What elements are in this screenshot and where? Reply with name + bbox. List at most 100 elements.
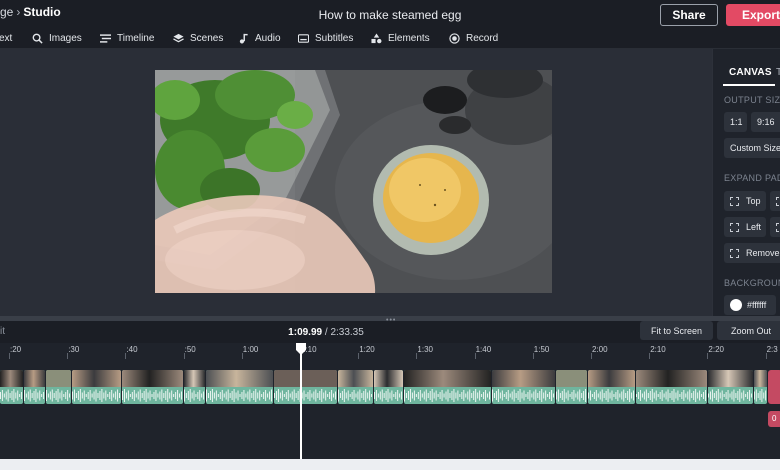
ruler-tick-label: 1:40 xyxy=(475,345,492,354)
audio-waveform xyxy=(492,389,555,402)
size-9-16-label: 9:16 xyxy=(757,117,775,127)
ruler-tick-label: :30 xyxy=(68,345,80,354)
clip-thumbnail xyxy=(46,370,71,387)
pad-remove-label: Remove xyxy=(746,248,780,258)
timeline-clip[interactable] xyxy=(492,370,555,404)
timeline-clip[interactable] xyxy=(24,370,45,404)
pad-top-label: Top xyxy=(746,196,761,206)
ruler-tick-label: :40 xyxy=(126,345,138,354)
ruler-tick-label: :20 xyxy=(10,345,22,354)
timeline-controls: it 1:09.99 / 2:33.35 Fit to Screen Zoom … xyxy=(0,321,780,343)
record-icon xyxy=(449,32,460,44)
music-note-icon xyxy=(239,33,248,44)
audio-waveform xyxy=(24,389,45,402)
track-end-badge[interactable]: 0 xyxy=(768,411,780,427)
timeline-clip[interactable] xyxy=(184,370,205,404)
audio-waveform xyxy=(72,389,121,402)
pad-top-button[interactable]: Top xyxy=(724,191,766,211)
audio-waveform xyxy=(636,389,707,402)
shapes-icon xyxy=(371,32,382,43)
custom-size-button[interactable]: Custom Size xyxy=(724,138,780,158)
audio-waveform xyxy=(754,389,767,402)
toolbar-text-label: ext xyxy=(0,32,13,44)
timeline-clip[interactable] xyxy=(72,370,121,404)
clip-thumbnail xyxy=(122,370,183,387)
toolbar-timeline[interactable]: Timeline xyxy=(100,27,154,49)
breadcrumb-separator: › xyxy=(16,5,21,19)
search-icon xyxy=(32,33,43,44)
bottom-scroll-area[interactable] xyxy=(0,459,780,470)
clip-thumbnail xyxy=(492,370,555,387)
timeline-clip[interactable] xyxy=(404,370,491,404)
toolbar-text[interactable]: ext xyxy=(0,27,12,49)
app-root: ge › Studio How to make steamed egg Share … xyxy=(0,0,780,470)
timeline-clip[interactable] xyxy=(0,370,23,404)
timeline-ruler[interactable]: :20:30:40:50 1:00 1:10 1:20 1:30 1:40 1:50 2:00… xyxy=(0,343,780,359)
padding-box-icon xyxy=(730,248,739,258)
toolbar-subtitles[interactable]: Subtitles xyxy=(298,27,353,49)
audio-waveform xyxy=(708,389,753,402)
audio-waveform xyxy=(206,389,273,402)
background-color-button[interactable]: #ffffff xyxy=(724,295,776,315)
clip-thumbnail xyxy=(754,370,767,387)
track-end-marker[interactable] xyxy=(768,370,780,404)
size-9-16-button[interactable]: 9:16 xyxy=(751,112,780,132)
tab-next[interactable]: T xyxy=(776,67,780,78)
ruler-tick-label: :50 xyxy=(184,345,196,354)
pad-bottom-button[interactable] xyxy=(770,191,780,211)
clip-thumbnail xyxy=(206,370,273,387)
timeline-clip[interactable] xyxy=(708,370,753,404)
playhead-line[interactable] xyxy=(300,343,302,463)
zoom-out-button[interactable]: Zoom Out xyxy=(717,321,780,340)
timeline-clip[interactable] xyxy=(338,370,373,404)
breadcrumb-prev[interactable]: ge xyxy=(0,5,13,19)
total-time: 2:33.35 xyxy=(330,327,364,338)
toolbar-audio[interactable]: Audio xyxy=(238,27,281,49)
fit-to-screen-button[interactable]: Fit to Screen xyxy=(640,321,713,340)
padding-box-icon xyxy=(730,196,739,206)
editor-toolbar: ext Images Timeline Scenes Audio Subtitl… xyxy=(0,27,780,49)
toolbar-record[interactable]: Record xyxy=(449,27,498,49)
video-track[interactable] xyxy=(0,370,768,404)
audio-waveform xyxy=(338,389,373,402)
toolbar-scenes[interactable]: Scenes xyxy=(173,27,223,49)
export-button[interactable]: Export xyxy=(726,4,780,26)
timeline-clip[interactable] xyxy=(588,370,635,404)
toolbar-audio-label: Audio xyxy=(255,32,281,44)
toolbar-images-label: Images xyxy=(49,32,82,44)
ruler-tick-label: 1:50 xyxy=(533,345,550,354)
size-1-1-label: 1:1 xyxy=(730,117,743,127)
toolbar-subtitles-label: Subtitles xyxy=(315,32,354,44)
preview-stage xyxy=(0,49,712,316)
timeline-clip[interactable] xyxy=(754,370,767,404)
ruler-tick-label: 1:00 xyxy=(242,345,259,354)
timeline-clip[interactable] xyxy=(46,370,71,404)
background-label: BACKGROUND xyxy=(724,278,780,288)
tab-canvas[interactable]: CANVAS xyxy=(729,67,772,78)
audio-waveform xyxy=(556,389,587,402)
pad-remove-button[interactable]: Remove xyxy=(724,243,780,263)
playhead-handle-icon[interactable] xyxy=(295,343,307,355)
timeline-clip[interactable] xyxy=(636,370,707,404)
timeline-clip[interactable] xyxy=(122,370,183,404)
toolbar-elements-label: Elements xyxy=(388,32,430,44)
pad-right-button[interactable] xyxy=(770,217,780,237)
timeline-clip[interactable] xyxy=(374,370,403,404)
canvas-settings-panel: CANVAS T OUTPUT SIZE 1:1 9:16 Custom Siz… xyxy=(712,49,780,316)
breadcrumb-current: Studio xyxy=(23,5,61,19)
share-button[interactable]: Share xyxy=(660,4,718,26)
toolbar-images[interactable]: Images xyxy=(32,27,82,49)
clip-thumbnail xyxy=(184,370,205,387)
toolbar-elements[interactable]: Elements xyxy=(371,27,430,49)
video-preview[interactable] xyxy=(155,70,552,293)
size-1-1-button[interactable]: 1:1 xyxy=(724,112,747,132)
ruler-tick-label: 2:10 xyxy=(650,345,666,354)
timeline-clip[interactable] xyxy=(556,370,587,404)
audio-waveform xyxy=(404,389,491,402)
subtitles-icon xyxy=(298,33,309,43)
timeline-clip[interactable] xyxy=(274,370,337,404)
ruler-tick-label: 1:30 xyxy=(417,345,433,354)
timeline-clip[interactable] xyxy=(206,370,273,404)
pad-left-button[interactable]: Left xyxy=(724,217,766,237)
output-size-label: OUTPUT SIZE xyxy=(724,95,780,105)
